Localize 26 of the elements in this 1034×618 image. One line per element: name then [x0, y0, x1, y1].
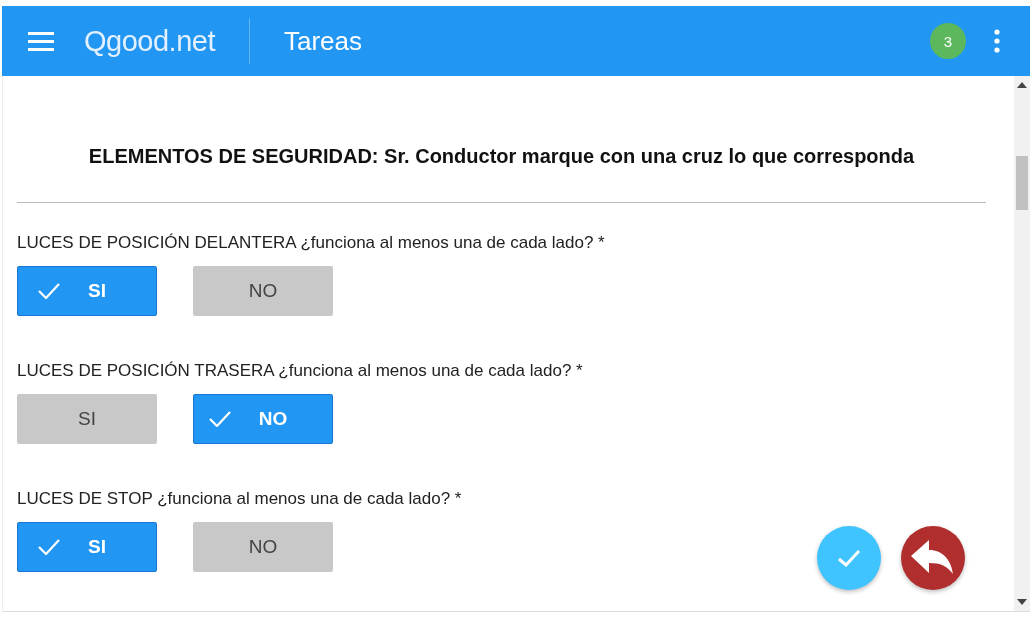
confirm-button[interactable] [817, 526, 881, 590]
scroll-thumb[interactable] [1016, 156, 1028, 210]
check-icon [38, 283, 60, 299]
question-label: LUCES DE POSICIÓN TRASERA ¿funciona al menos una de cada lado? * [17, 361, 584, 381]
check-icon [208, 411, 231, 427]
option-button[interactable]: SI [17, 522, 157, 572]
menu-icon[interactable] [28, 31, 54, 51]
scroll-up-icon[interactable] [1017, 82, 1027, 88]
option-button[interactable]: NO [193, 266, 333, 316]
back-button[interactable] [901, 526, 965, 590]
notification-badge[interactable]: 3 [930, 23, 966, 59]
check-icon [837, 549, 861, 567]
check-icon [38, 539, 60, 555]
logo[interactable]: Qgood.net [84, 18, 250, 64]
page-title: Tareas [283, 25, 362, 57]
scrollbar[interactable] [1014, 76, 1030, 611]
question-label: LUCES DE STOP ¿funciona al menos una de cada lado? * [17, 489, 463, 509]
question-label: LUCES DE POSICIÓN DELANTERA ¿funciona al menos una de cada lado? * [17, 233, 606, 253]
option-button[interactable]: NO [193, 522, 333, 572]
option-button[interactable]: NO [193, 394, 333, 444]
section-title: ELEMENTOS DE SEGURIDAD: Sr. Conductor marque con una cruz lo que corresponda [87, 145, 916, 168]
option-button[interactable]: SI [17, 394, 157, 444]
more-icon[interactable] [994, 29, 1000, 53]
scroll-down-icon[interactable] [1017, 599, 1027, 605]
option-button[interactable]: SI [17, 266, 157, 316]
reply-arrow-icon [911, 540, 955, 576]
